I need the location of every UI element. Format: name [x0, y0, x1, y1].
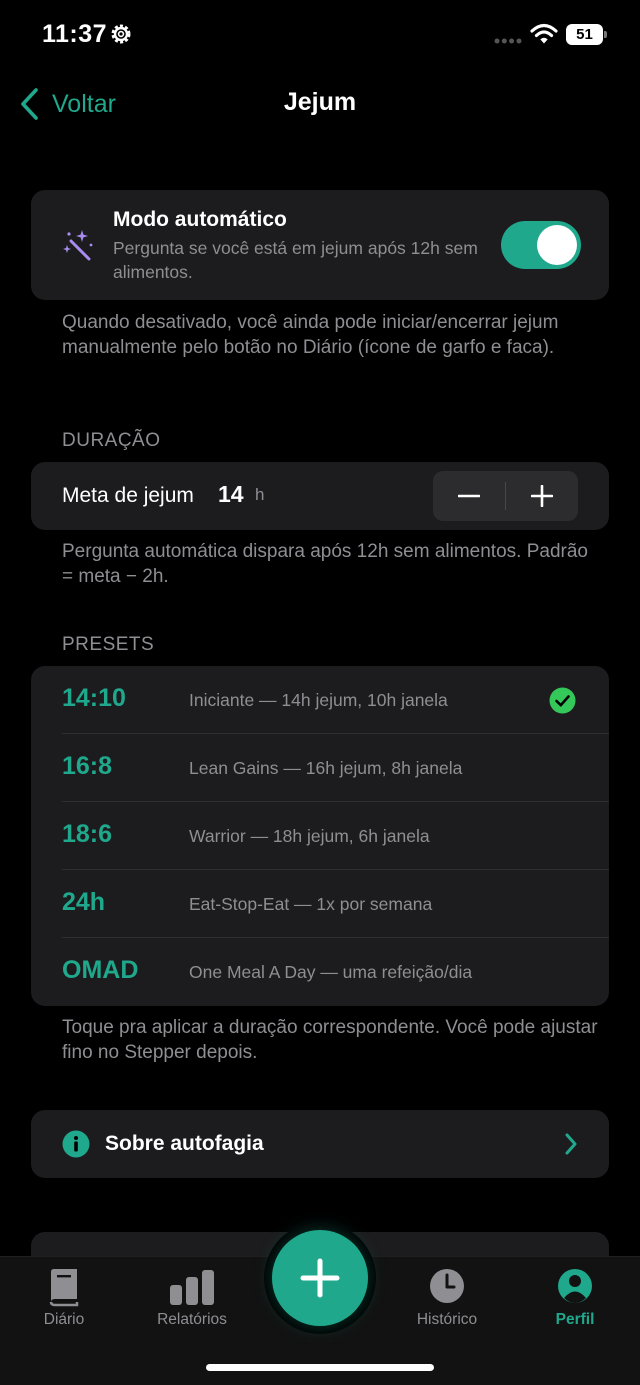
increment-button[interactable]: [506, 471, 578, 521]
fasting-goal-stepper: [433, 471, 578, 521]
plus-icon: [300, 1258, 340, 1298]
preset-description: Iniciante — 14h jejum, 10h janela: [189, 690, 448, 710]
status-time: 11:37: [42, 20, 108, 48]
duration-card: Meta de jejum 14 h: [31, 462, 609, 530]
minus-icon: [458, 494, 480, 498]
tab-label: Perfil: [555, 1311, 595, 1328]
plus-icon: [531, 485, 553, 507]
checkmark-circle-icon: [549, 687, 576, 714]
presets-header: PRESETS: [62, 634, 155, 655]
bar-chart-icon: [170, 1270, 214, 1305]
decrement-button[interactable]: [433, 471, 505, 521]
preset-row-14-10[interactable]: 14:10 Iniciante — 14h jejum, 10h janela: [31, 666, 609, 734]
page-title: Jejum: [283, 88, 357, 116]
status-bar: 11:37 51: [0, 0, 640, 70]
book-icon: [49, 1269, 79, 1307]
tab-label: Histórico: [416, 1311, 478, 1328]
preset-description: One Meal A Day — uma refeição/dia: [189, 962, 473, 982]
fasting-goal-unit: h: [255, 485, 265, 504]
preset-code: 16:8: [62, 752, 113, 780]
auto-mode-footnote: Quando desativado, você ainda pode inici…: [62, 312, 559, 358]
about-autophagy-label: Sobre autofagia: [105, 1132, 264, 1155]
presets-card: 14:10 Iniciante — 14h jejum, 10h janela …: [31, 666, 609, 1006]
preset-row-16-8[interactable]: 16:8 Lean Gains — 16h jejum, 8h janela: [31, 734, 609, 802]
magic-wand-icon: [63, 230, 93, 261]
preset-code: 24h: [62, 888, 106, 916]
person-icon: [558, 1269, 592, 1303]
presets-footnote: Toque pra aplicar a duração corresponden…: [62, 1017, 598, 1063]
tab-historico[interactable]: Histórico: [392, 1267, 502, 1339]
battery-level: 51: [576, 26, 593, 43]
duration-header: DURAÇÃO: [62, 430, 161, 451]
duration-footnote: Pergunta automática dispara após 12h sem…: [62, 541, 588, 587]
preset-description: Lean Gains — 16h jejum, 8h janela: [189, 758, 463, 778]
auto-mode-description: Pergunta se você está em jejum após 12h …: [113, 238, 478, 282]
tab-diario[interactable]: Diário: [9, 1267, 119, 1339]
preset-row-omad[interactable]: OMAD One Meal A Day — uma refeição/dia: [31, 938, 609, 1006]
preset-row-24h[interactable]: 24h Eat-Stop-Eat — 1x por semana: [31, 870, 609, 938]
chevron-right-icon: [565, 1133, 577, 1155]
preset-description: Eat-Stop-Eat — 1x por semana: [189, 894, 433, 914]
preset-code: 18:6: [62, 820, 113, 848]
tab-relatorios[interactable]: Relatórios: [137, 1267, 247, 1339]
preset-code: 14:10: [62, 684, 126, 712]
clock-icon: [430, 1269, 464, 1303]
add-button[interactable]: [272, 1230, 368, 1326]
auto-mode-toggle[interactable]: [501, 221, 581, 269]
tab-label: Diário: [43, 1311, 85, 1328]
preset-description: Warrior — 18h jejum, 6h janela: [189, 826, 430, 846]
fasting-goal-value: 14: [218, 481, 244, 507]
preset-row-18-6[interactable]: 18:6 Warrior — 18h jejum, 6h janela: [31, 802, 609, 870]
tab-perfil[interactable]: Perfil: [520, 1267, 630, 1339]
auto-mode-card: Modo automático Pergunta se você está em…: [31, 190, 609, 300]
fasting-goal-label: Meta de jejum: [62, 484, 194, 507]
battery-icon: 51: [566, 24, 607, 46]
wifi-icon: [530, 23, 558, 44]
gear-icon: [111, 24, 131, 44]
about-autophagy-row[interactable]: Sobre autofagia: [31, 1110, 609, 1178]
auto-mode-title: Modo automático: [113, 208, 287, 231]
signal-dots-icon: [494, 38, 522, 44]
tab-label: Relatórios: [157, 1311, 227, 1328]
home-indicator: [206, 1364, 434, 1371]
preset-code: OMAD: [62, 956, 139, 984]
toggle-knob: [537, 225, 577, 265]
info-icon: [62, 1130, 90, 1158]
